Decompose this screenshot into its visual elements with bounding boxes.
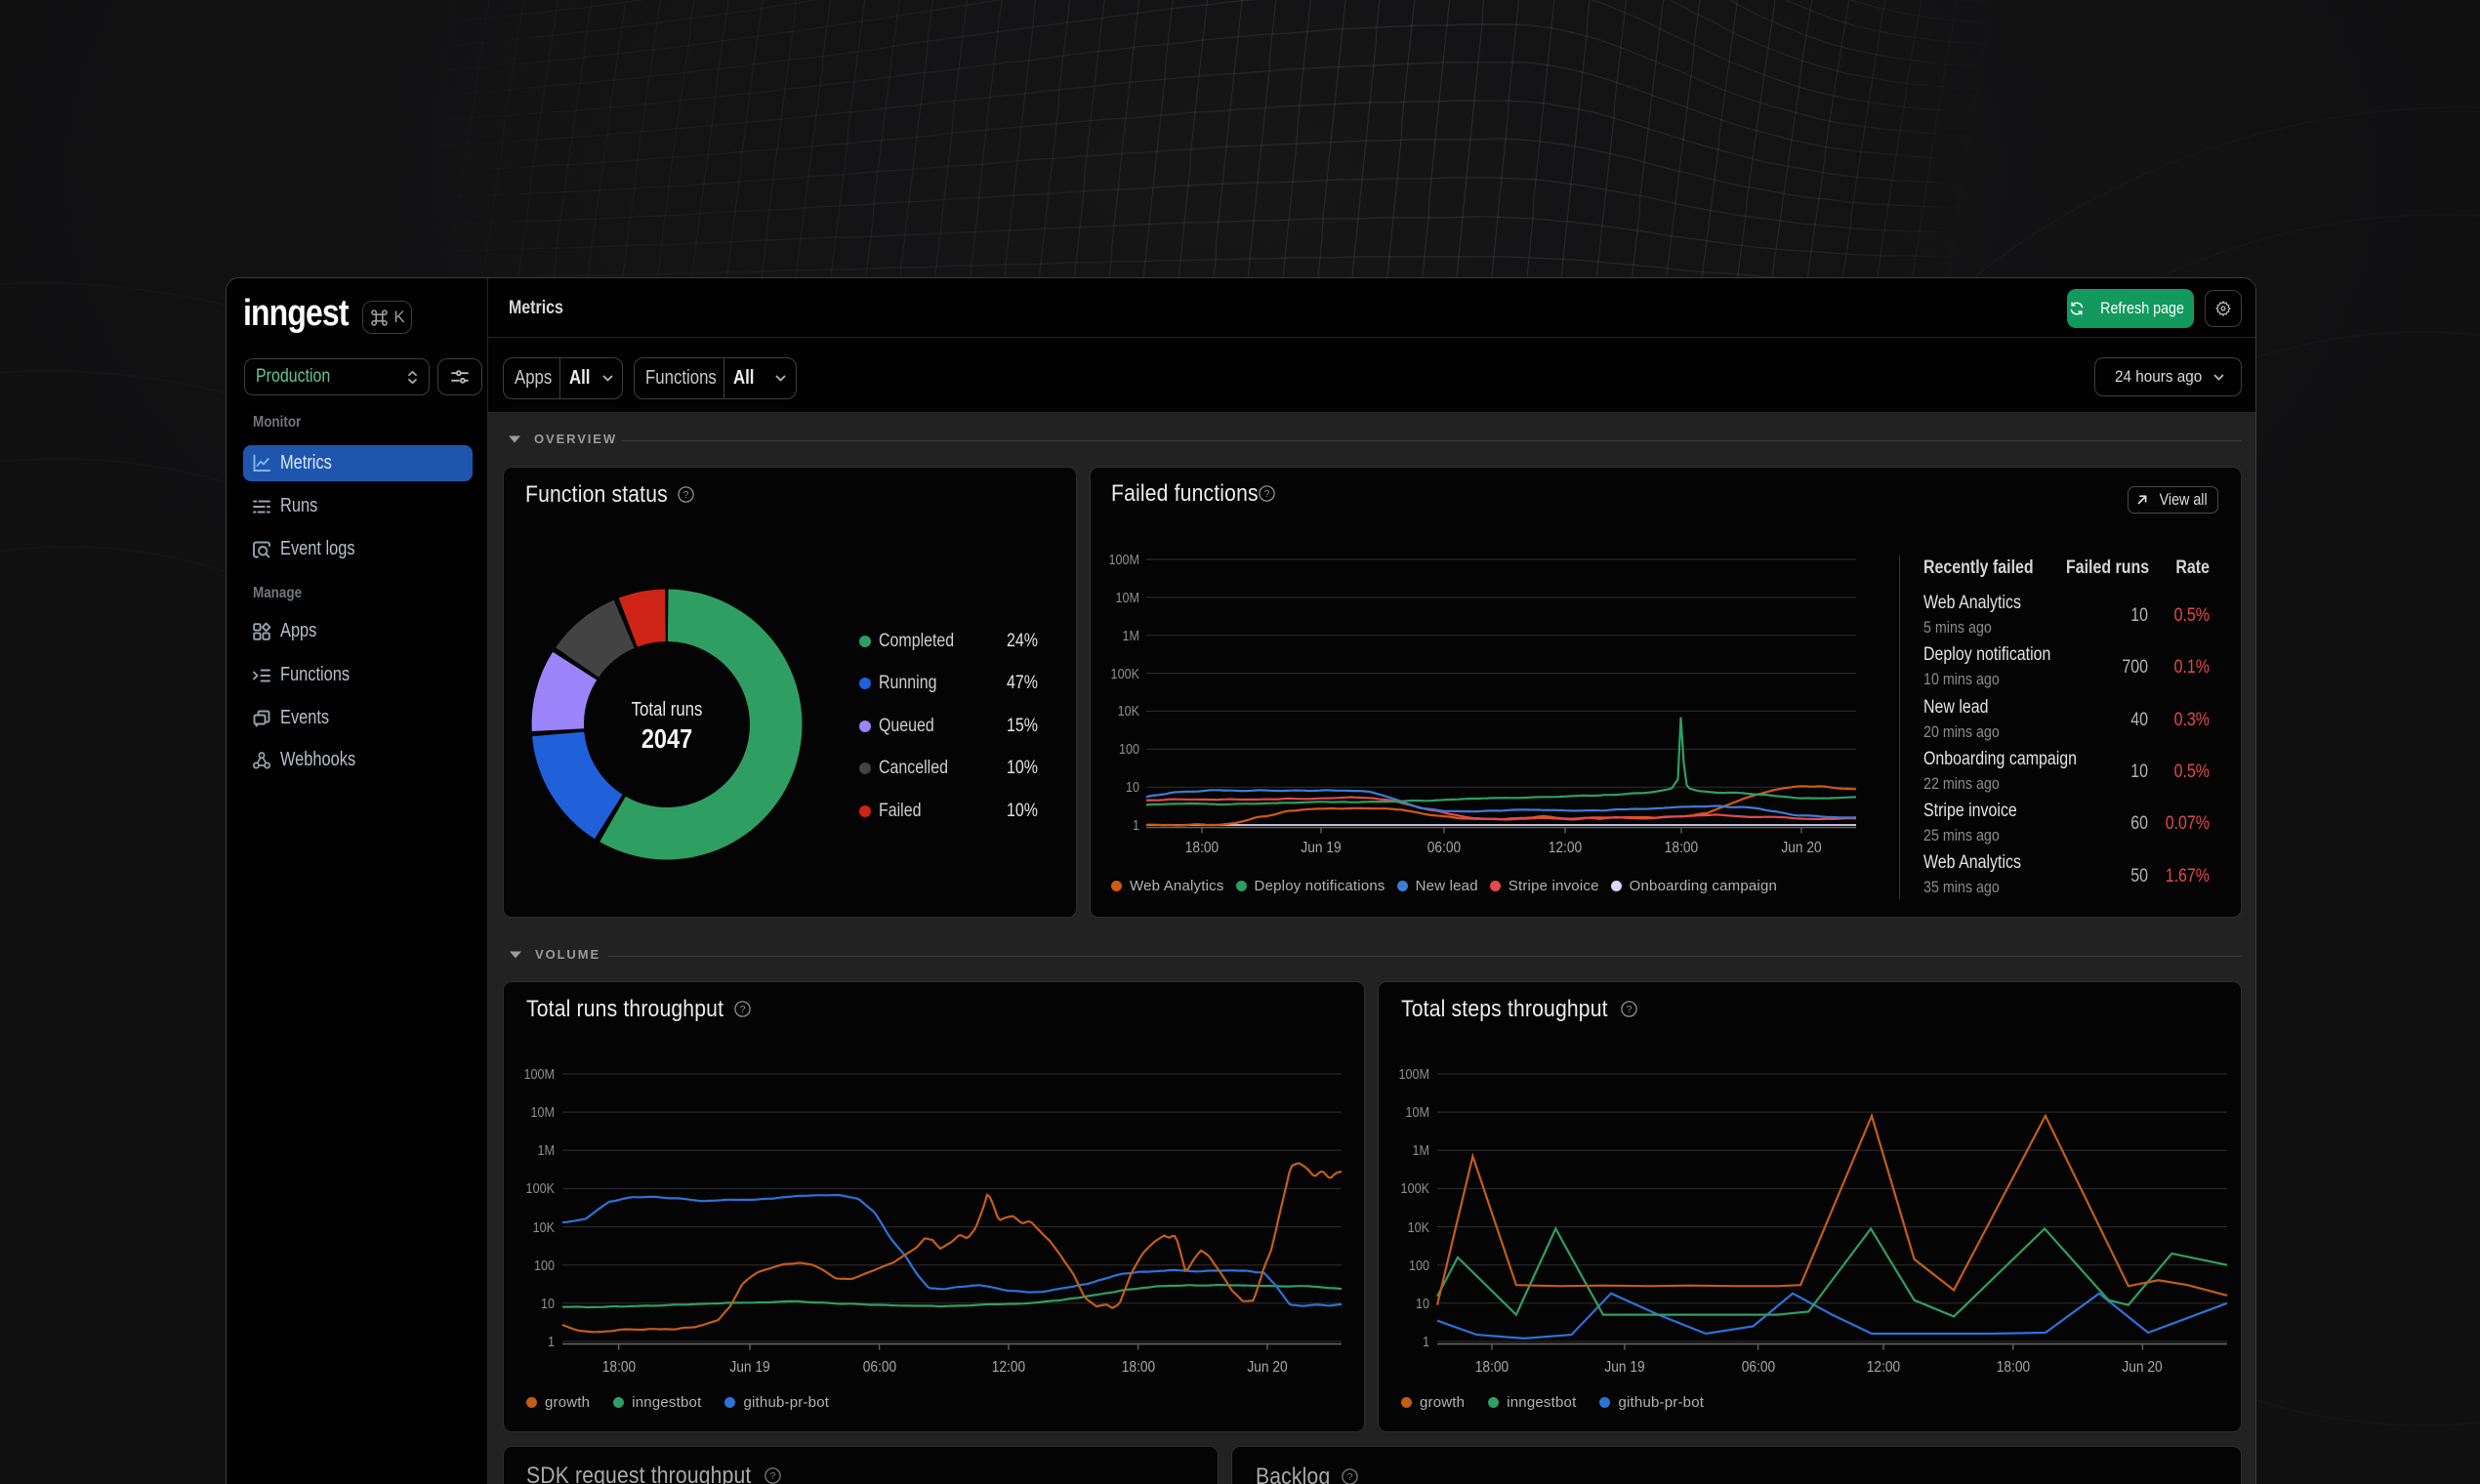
svg-text:?: ? <box>770 1470 776 1482</box>
svg-text:?: ? <box>1347 1471 1353 1483</box>
